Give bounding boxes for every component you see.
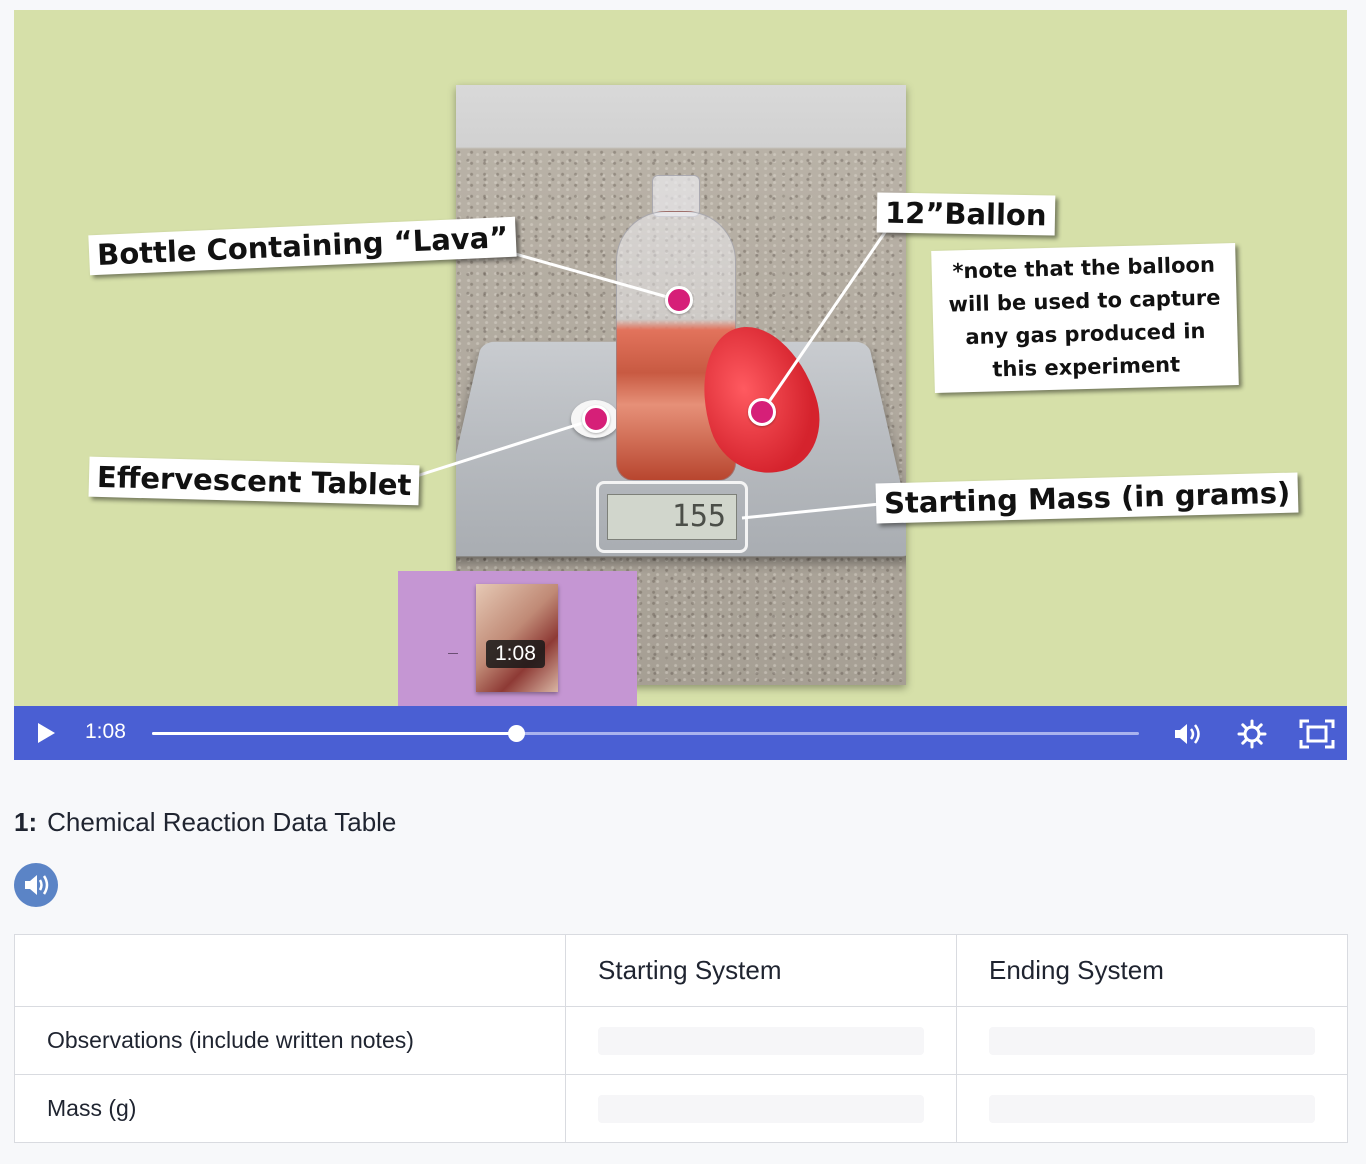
question-text: Chemical Reaction Data Table: [47, 807, 397, 837]
table-row: Observations (include written notes): [14, 1006, 1348, 1075]
table-header-row: Starting System Ending System: [14, 934, 1348, 1007]
table-row: Mass (g): [14, 1074, 1348, 1143]
row-label-observations: Observations (include written notes): [14, 1006, 566, 1075]
progress-knob[interactable]: [508, 725, 526, 742]
bottle-marker-dot: [665, 286, 693, 314]
row-label-mass: Mass (g): [14, 1074, 566, 1143]
header-ending-system: Ending System: [956, 934, 1348, 1007]
header-empty: [14, 934, 566, 1007]
volume-icon[interactable]: [1170, 718, 1202, 750]
data-table: Starting System Ending System Observatio…: [14, 934, 1348, 1143]
header-starting-system: Starting System: [565, 934, 957, 1007]
question-title: 1: Chemical Reaction Data Table: [14, 807, 396, 838]
progress-bar[interactable]: [152, 725, 1139, 742]
preview-thumbnail: [476, 584, 558, 692]
balloon-marker-dot: [748, 398, 776, 426]
mass-ending-input[interactable]: [989, 1094, 1315, 1123]
observations-ending-input[interactable]: [989, 1026, 1315, 1055]
mass-starting-input[interactable]: [598, 1094, 924, 1123]
video-player[interactable]: 155 Bottle Containing “Lava” Effervescen…: [14, 10, 1347, 760]
tablet-marker-dot: [582, 405, 610, 433]
video-controls: 1:08: [14, 706, 1347, 760]
speaker-icon: [25, 875, 49, 895]
seek-preview: 1:08: [398, 571, 637, 706]
callout-note: *note that the balloon will be used to c…: [931, 243, 1239, 393]
settings-gear-icon[interactable]: [1236, 718, 1268, 750]
callout-balloon: 12”Ballon: [876, 192, 1055, 236]
video-frame[interactable]: 155 Bottle Containing “Lava” Effervescen…: [14, 10, 1347, 706]
progress-fill: [152, 732, 517, 735]
question-number: 1:: [14, 807, 38, 837]
preview-time: 1:08: [486, 640, 545, 668]
play-icon[interactable]: [38, 723, 55, 743]
fullscreen-icon[interactable]: [1299, 718, 1335, 750]
observations-starting-input[interactable]: [598, 1026, 924, 1055]
current-time: 1:08: [85, 720, 126, 743]
read-aloud-button[interactable]: [14, 863, 58, 907]
